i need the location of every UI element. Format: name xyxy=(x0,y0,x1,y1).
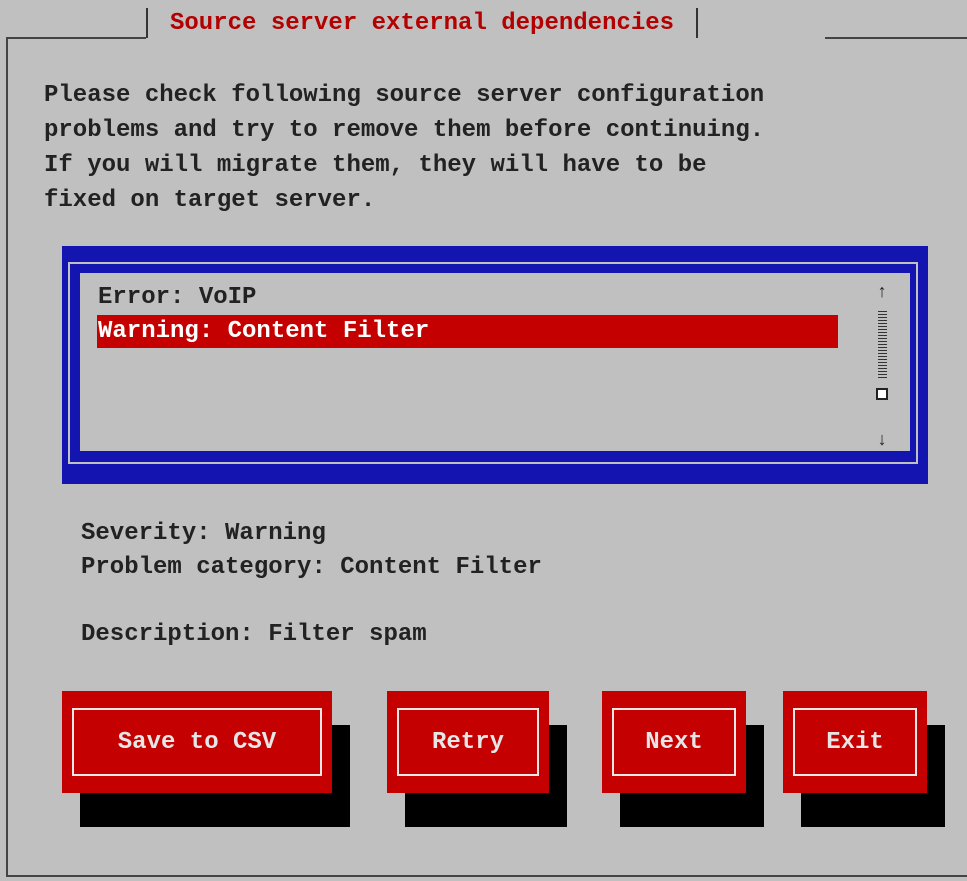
problem-category-text: Problem category: Content Filter xyxy=(81,554,542,581)
problems-list[interactable]: Error: VoIP Warning: Content Filter ↑ ↓ xyxy=(80,273,910,451)
description-text: Description: Filter spam xyxy=(81,621,427,648)
exit-button[interactable]: Exit xyxy=(783,691,927,793)
list-scrollbar[interactable]: ↑ ↓ xyxy=(870,283,894,451)
dialog-frame-bottom xyxy=(6,875,967,877)
scrollbar-thumb[interactable] xyxy=(876,388,888,400)
save-to-csv-button[interactable]: Save to CSV xyxy=(62,691,332,793)
save-to-csv-label: Save to CSV xyxy=(72,708,322,776)
intro-line: Please check following source server con… xyxy=(44,82,765,109)
dialog-frame-top-right xyxy=(825,37,967,39)
intro-line: fixed on target server. xyxy=(44,187,376,214)
next-button[interactable]: Next xyxy=(602,691,746,793)
dialog-title-group: Source server external dependencies xyxy=(146,8,699,38)
next-label: Next xyxy=(612,708,736,776)
intro-text: Please check following source server con… xyxy=(44,78,959,218)
retry-button[interactable]: Retry xyxy=(387,691,549,793)
list-item-warning-content-filter[interactable]: Warning: Content Filter xyxy=(97,315,838,348)
retry-label: Retry xyxy=(397,708,539,776)
scrollbar-track[interactable] xyxy=(878,311,887,379)
dialog-frame-top-left xyxy=(6,37,146,39)
intro-line: If you will migrate them, they will have… xyxy=(44,152,707,179)
dialog-frame-left xyxy=(6,38,8,876)
scroll-up-arrow-icon[interactable]: ↑ xyxy=(870,283,894,303)
intro-line: problems and try to remove them before c… xyxy=(44,117,765,144)
exit-label: Exit xyxy=(793,708,917,776)
scroll-down-arrow-icon[interactable]: ↓ xyxy=(870,431,894,451)
list-item-error-voip[interactable]: Error: VoIP xyxy=(97,281,838,314)
severity-text: Severity: Warning xyxy=(81,520,326,547)
title-divider-right xyxy=(696,8,699,38)
dialog-title: Source server external dependencies xyxy=(170,9,675,37)
